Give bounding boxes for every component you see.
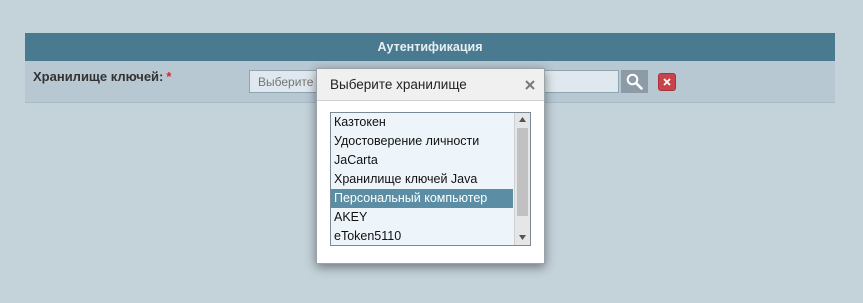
dialog-titlebar[interactable]: Выберите хранилище xyxy=(317,69,544,101)
close-icon xyxy=(525,80,535,90)
close-icon xyxy=(663,78,671,86)
scroll-up-button[interactable] xyxy=(515,113,530,127)
keystore-listbox[interactable]: Казтокен Удостоверение личности JaCarta Хра… xyxy=(330,112,531,246)
keystore-dialog: Выберите хранилище Казтокен Удостоверение… xyxy=(316,68,545,264)
list-item[interactable]: AKEY xyxy=(331,208,513,227)
scroll-down-button[interactable] xyxy=(515,231,530,245)
chevron-up-icon xyxy=(519,117,526,122)
list-item[interactable]: eToken5110 xyxy=(331,227,513,246)
listbox-scrollbar[interactable] xyxy=(514,113,530,245)
search-button[interactable] xyxy=(621,70,648,93)
list-item[interactable]: Хранилище ключей Java xyxy=(331,170,513,189)
list-item[interactable]: Удостоверение личности xyxy=(331,132,513,151)
list-item[interactable]: Персональный компьютер xyxy=(331,189,513,208)
clear-button[interactable] xyxy=(658,73,676,91)
section-header: Аутентификация xyxy=(25,33,835,61)
search-icon xyxy=(626,73,643,90)
required-mark: * xyxy=(166,69,172,84)
scroll-thumb[interactable] xyxy=(517,128,528,216)
keystore-label: Хранилище ключей: * xyxy=(33,69,171,84)
dialog-close-button[interactable] xyxy=(524,78,536,90)
keystore-list: Казтокен Удостоверение личности JaCarta Хра… xyxy=(331,113,513,246)
chevron-down-icon xyxy=(519,235,526,240)
list-item[interactable]: Казтокен xyxy=(331,113,513,132)
dialog-title: Выберите хранилище xyxy=(330,77,467,92)
keystore-label-text: Хранилище ключей: xyxy=(33,69,164,84)
list-item[interactable]: JaCarta xyxy=(331,151,513,170)
